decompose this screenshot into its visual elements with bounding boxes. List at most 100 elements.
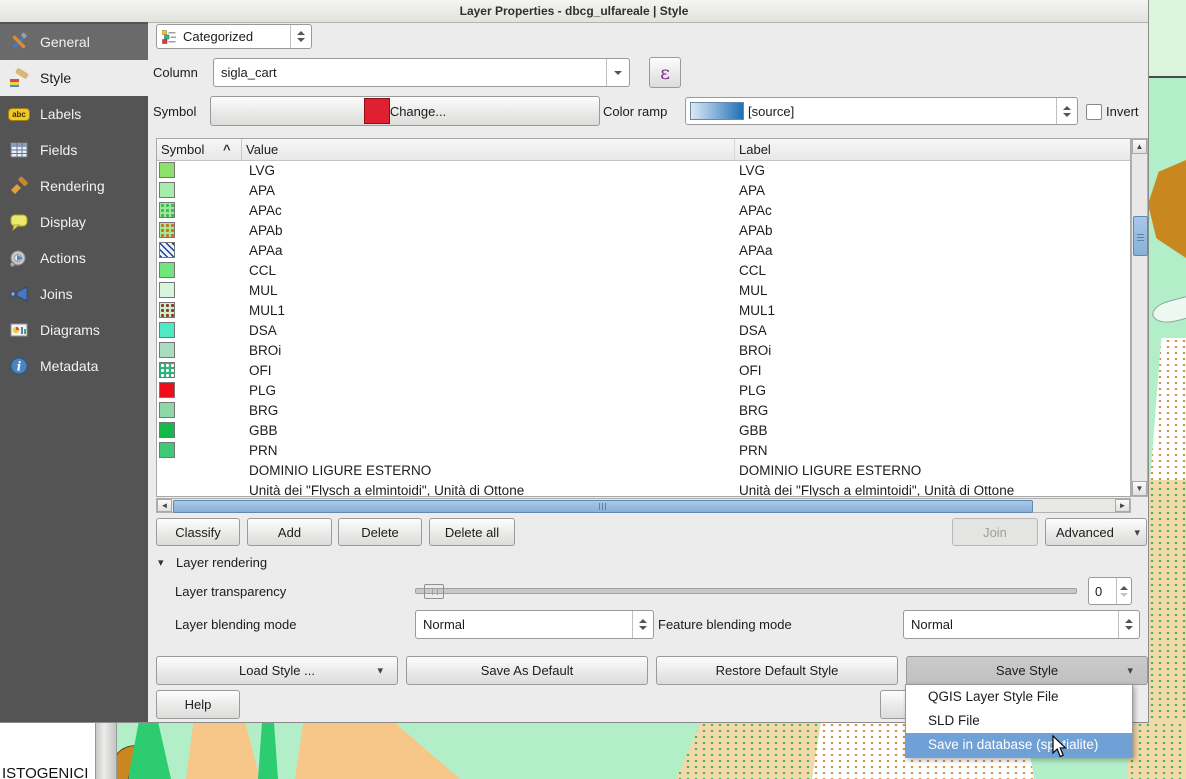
table-hscrollbar[interactable]: ◄ ► <box>156 498 1131 513</box>
feature-blending-label: Feature blending mode <box>658 617 792 632</box>
table-row[interactable]: OFIOFI <box>157 360 1130 380</box>
menu-item[interactable]: Save in database (spatialite) <box>906 733 1132 757</box>
delete-all-button[interactable]: Delete all <box>429 518 515 546</box>
table-row[interactable]: DOMINIO LIGURE ESTERNODOMINIO LIGURE EST… <box>157 460 1130 480</box>
sidebar-item-display[interactable]: Display <box>0 204 148 240</box>
symbol-swatch <box>159 342 175 358</box>
sidebar-item-actions[interactable]: Actions <box>0 240 148 276</box>
sidebar-item-joins[interactable]: Joins <box>0 276 148 312</box>
sidebar-item-label: Display <box>40 214 86 230</box>
save-style-button[interactable]: Save Style ▾ <box>906 656 1148 685</box>
transparency-slider[interactable] <box>415 588 1077 594</box>
renderer-type-value: Categorized <box>183 29 253 44</box>
table-row[interactable]: APAcAPAc <box>157 200 1130 220</box>
save-as-default-button[interactable]: Save As Default <box>406 656 648 685</box>
sidebar-item-labels[interactable]: abc Labels <box>0 96 148 132</box>
table-row[interactable]: PLGPLG <box>157 380 1130 400</box>
feature-blending-combo[interactable]: Normal <box>903 610 1140 639</box>
advanced-button[interactable]: Advanced ▾ <box>1045 518 1147 546</box>
chevron-down-icon: ▾ <box>1127 664 1133 677</box>
panel-scrollbar-strip[interactable] <box>95 722 117 779</box>
table-row[interactable]: BRGBRG <box>157 400 1130 420</box>
table-row[interactable]: GBBGBB <box>157 420 1130 440</box>
label-cell: APAc <box>739 203 772 218</box>
scroll-left-arrow-icon[interactable]: ◄ <box>157 499 172 512</box>
sidebar-item-rendering[interactable]: Rendering <box>0 168 148 204</box>
paint-style-icon <box>8 67 30 89</box>
collapse-triangle-icon[interactable]: ▾ <box>158 556 164 569</box>
label-cell: APAa <box>739 243 773 258</box>
save-style-label: Save Style <box>996 663 1058 678</box>
speech-bubble-icon <box>8 211 30 233</box>
menu-item[interactable]: SLD File <box>906 709 1132 733</box>
load-style-button[interactable]: Load Style ... ▾ <box>156 656 398 685</box>
renderer-type-spinner[interactable] <box>290 25 311 48</box>
join-label: Join <box>983 525 1007 540</box>
table-row[interactable]: Unità dei "Flysch a elmintoidi", Unità d… <box>157 480 1130 496</box>
sidebar-item-label: Metadata <box>40 358 98 374</box>
table-row[interactable]: APAbAPAb <box>157 220 1130 240</box>
table-row[interactable]: APAAPA <box>157 180 1130 200</box>
table-row[interactable]: MUL1MUL1 <box>157 300 1130 320</box>
color-ramp-spinner[interactable] <box>1056 98 1077 124</box>
column-combo[interactable]: sigla_cart <box>213 58 630 87</box>
table-row[interactable]: PRNPRN <box>157 440 1130 460</box>
column-dropdown-arrow[interactable] <box>606 59 629 86</box>
table-fields-icon <box>8 139 30 161</box>
color-ramp-combo[interactable]: [source] <box>685 97 1078 125</box>
classes-table-header[interactable]: Symbol ^ Value Label <box>157 139 1130 161</box>
symbol-color-swatch <box>364 98 390 124</box>
delete-button[interactable]: Delete <box>338 518 422 546</box>
sidebar-item-diagrams[interactable]: Diagrams <box>0 312 148 348</box>
delete-all-label: Delete all <box>445 525 499 540</box>
feature-blending-spinner[interactable] <box>1118 611 1139 638</box>
value-cell: BRG <box>249 403 278 418</box>
hscroll-thumb[interactable] <box>173 500 1033 513</box>
join-arrows-icon <box>8 283 30 305</box>
menu-item[interactable]: QGIS Layer Style File <box>906 685 1132 709</box>
layer-blending-combo[interactable]: Normal <box>415 610 654 639</box>
column-header-value[interactable]: Value <box>242 142 734 157</box>
classify-button[interactable]: Classify <box>156 518 240 546</box>
table-row[interactable]: LVGLVG <box>157 160 1130 180</box>
sidebar-item-style[interactable]: Style <box>0 60 148 96</box>
table-row[interactable]: APAaAPAa <box>157 240 1130 260</box>
table-vscrollbar[interactable]: ▲ ▼ <box>1131 138 1148 497</box>
join-button[interactable]: Join <box>952 518 1038 546</box>
map-region-white-sliver <box>1150 295 1186 327</box>
symbol-swatch <box>159 182 175 198</box>
map-region-dotted-green-bottom-right <box>1128 722 1186 779</box>
symbol-swatch <box>159 322 175 338</box>
sidebar-item-fields[interactable]: Fields <box>0 132 148 168</box>
table-row[interactable]: CCLCCL <box>157 260 1130 280</box>
label-cell: BROi <box>739 343 771 358</box>
column-header-label[interactable]: Label <box>735 142 771 157</box>
epsilon-icon: ε <box>660 62 670 84</box>
column-header-symbol[interactable]: Symbol <box>157 142 223 157</box>
table-row[interactable]: MULMUL <box>157 280 1130 300</box>
layer-blending-spinner[interactable] <box>632 611 653 638</box>
classify-label: Classify <box>175 525 221 540</box>
invert-checkbox[interactable] <box>1086 104 1102 120</box>
transparency-slider-handle[interactable] <box>424 584 444 599</box>
help-button[interactable]: Help <box>156 690 240 719</box>
expression-builder-button[interactable]: ε <box>649 57 681 88</box>
table-row[interactable]: DSADSA <box>157 320 1130 340</box>
renderer-type-combo[interactable]: Categorized <box>156 24 312 49</box>
change-symbol-button[interactable]: Change... <box>210 96 600 126</box>
transparency-spinbox-arrows[interactable] <box>1116 578 1131 604</box>
symbol-swatch <box>159 422 175 438</box>
restore-default-style-button[interactable]: Restore Default Style <box>656 656 898 685</box>
transparency-spinbox[interactable]: 0 <box>1088 577 1132 605</box>
add-button[interactable]: Add <box>247 518 332 546</box>
dialog-titlebar[interactable]: Layer Properties - dbcg_ulfareale | Styl… <box>0 0 1148 23</box>
symbol-swatch <box>159 202 175 218</box>
sidebar-item-metadata[interactable]: i Metadata <box>0 348 148 384</box>
sidebar-item-general[interactable]: General <box>0 24 148 60</box>
symbol-swatch <box>159 442 175 458</box>
scroll-right-arrow-icon[interactable]: ► <box>1115 499 1130 512</box>
table-row[interactable]: BROiBROi <box>157 340 1130 360</box>
scroll-down-arrow-icon[interactable]: ▼ <box>1132 481 1147 496</box>
scroll-up-arrow-icon[interactable]: ▲ <box>1132 139 1147 154</box>
vscroll-thumb[interactable] <box>1133 216 1148 256</box>
